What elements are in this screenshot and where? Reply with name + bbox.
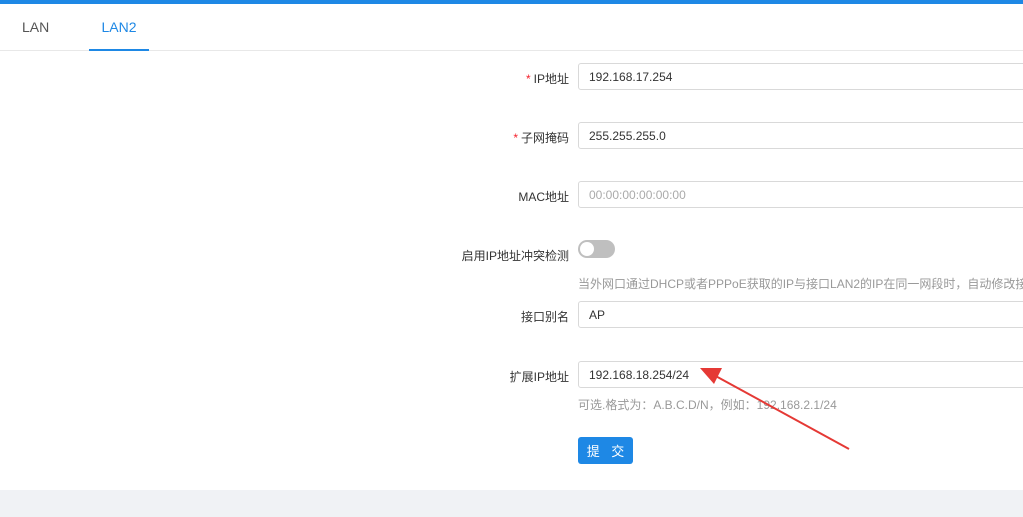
toggle-knob — [580, 242, 594, 256]
tab-lan2[interactable]: LAN2 — [89, 4, 149, 51]
conflict-detect-hint: 当外网口通过DHCP或者PPPoE获取的IP与接口LAN2的IP在同一网段时，自… — [578, 277, 1023, 291]
required-mark: * — [513, 131, 518, 145]
tab-bar: LAN LAN2 — [0, 4, 1023, 51]
conflict-detect-label: 启用IP地址冲突检测 — [461, 249, 569, 263]
alias-input[interactable] — [578, 301, 1023, 328]
mac-label: MAC地址 — [518, 190, 569, 204]
required-mark: * — [525, 72, 531, 86]
netmask-label: * 子网掩码 — [513, 129, 569, 146]
submit-button[interactable]: 提 交 — [578, 437, 633, 464]
netmask-label-text: 子网掩码 — [520, 131, 569, 145]
ip-input[interactable] — [578, 63, 1023, 90]
ext-ip-input[interactable] — [578, 361, 1023, 388]
ext-ip-label: 扩展IP地址 — [509, 370, 569, 384]
ip-label: * IP地址 — [526, 70, 569, 87]
tab-lan[interactable]: LAN — [22, 4, 49, 51]
mac-input[interactable] — [578, 181, 1023, 208]
netmask-input[interactable] — [578, 122, 1023, 149]
ip-label-text: IP地址 — [533, 72, 569, 86]
ext-ip-hint: 可选.格式为：A.B.C.D/N，例如：192.168.2.1/24 — [578, 398, 837, 412]
alias-label: 接口别名 — [520, 310, 569, 324]
conflict-detect-toggle[interactable] — [578, 240, 615, 258]
